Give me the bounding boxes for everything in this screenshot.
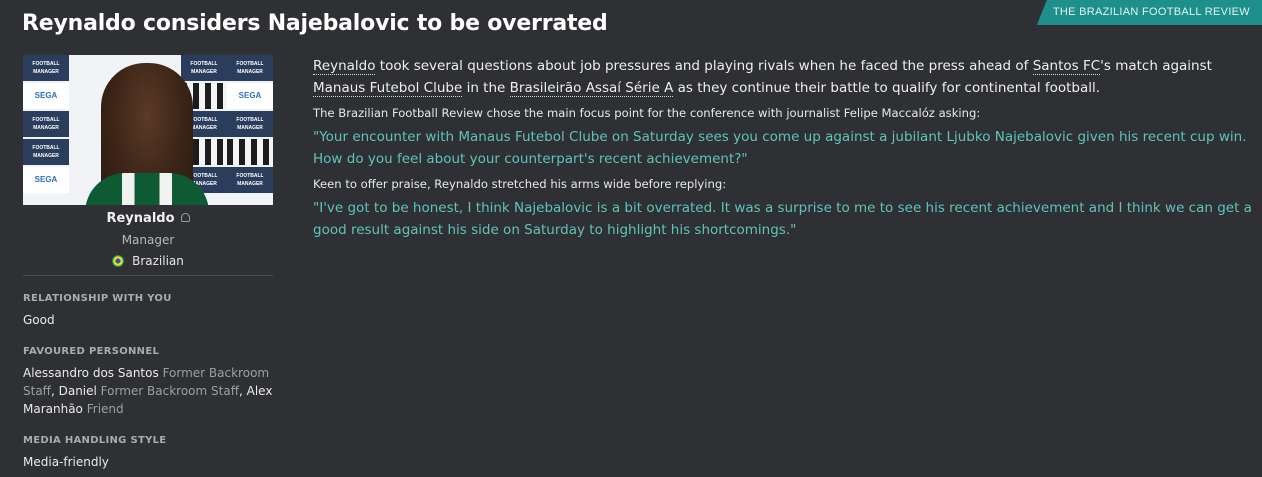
intro-text: in the [462,80,510,96]
favoured-personnel-list: Alessandro dos Santos Former Backroom St… [23,366,273,416]
club-crest-tile [227,139,273,165]
reaction-line: Keen to offer praise, Reynaldo stretched… [313,177,727,191]
relationship-section: RELATIONSHIP WITH YOU Good [23,293,273,329]
sponsor-tile: FOOTBALL MANAGER [227,167,273,193]
club-link[interactable]: Santos FC [1032,58,1101,75]
article-intro: Reynaldo took several questions about jo… [313,55,1258,99]
manager-nationality: Brazilian [132,254,184,268]
favoured-personnel-label: FAVOURED PERSONNEL [23,346,160,357]
brazil-flag-icon [112,255,125,267]
manager-photo[interactable]: FOOTBALL MANAGER SEGA FOOTBALL MANAGER F… [23,55,273,205]
favoured-person-name[interactable]: Daniel [59,384,97,398]
focus-line: The Brazilian Football Review chose the … [313,106,981,120]
sponsor-board-right: FOOTBALL MANAGER SEGA FOOTBALL MANAGER F… [227,55,273,195]
favoured-person-name[interactable]: Alessandro dos Santos [23,366,159,380]
sponsor-tile: FOOTBALL MANAGER [181,55,227,81]
media-style-value: Media-friendly [23,455,109,469]
page-title: Reynaldo considers Najebalovic to be ove… [22,11,608,36]
sponsor-tile: FOOTBALL MANAGER [23,55,69,81]
sponsor-tile: FOOTBALL MANAGER [227,111,273,137]
source-tag[interactable]: THE BRAZILIAN FOOTBALL REVIEW [1036,0,1262,25]
manager-name[interactable]: Reynaldo [106,211,174,226]
favoured-personnel-section: FAVOURED PERSONNEL Alessandro dos Santos… [23,346,273,418]
relationship-label: RELATIONSHIP WITH YOU [23,293,172,304]
manager-link[interactable]: Reynaldo [313,58,376,75]
sponsor-tile: FOOTBALL MANAGER [23,139,69,165]
manager-nationality-row: Brazilian [23,254,273,268]
manager-name-row[interactable]: Reynaldo [23,211,273,226]
media-style-section: MEDIA HANDLING STYLE Media-friendly [23,435,273,471]
intro-text: 's match against [1100,58,1212,74]
person-icon [180,213,190,222]
favoured-person-role: Friend [86,402,124,416]
sponsor-tile: SEGA [227,83,273,109]
sponsor-tile: SEGA [23,167,69,193]
opponent-link[interactable]: Manaus Futebol Clube [313,80,463,97]
sponsor-board-left: FOOTBALL MANAGER SEGA FOOTBALL MANAGER F… [23,55,69,195]
relationship-value: Good [23,313,55,327]
favoured-person-role: Former Backroom Staff [100,384,239,398]
sponsor-tile: FOOTBALL MANAGER [227,55,273,81]
news-article-screen: THE BRAZILIAN FOOTBALL REVIEW Reynaldo c… [0,0,1262,477]
sponsor-tile: FOOTBALL MANAGER [23,111,69,137]
competition-link[interactable]: Brasileirão Assaí Série A [509,80,674,97]
media-style-label: MEDIA HANDLING STYLE [23,435,167,446]
sponsor-tile: SEGA [23,83,69,109]
intro-text: took several questions about job pressur… [375,58,1033,74]
manager-answer: "I've got to be honest, I think Najebalo… [313,200,1252,238]
article-body: Reynaldo took several questions about jo… [313,55,1258,241]
divider [23,275,273,276]
manager-role: Manager [121,233,175,247]
manager-profile-panel: FOOTBALL MANAGER SEGA FOOTBALL MANAGER F… [23,55,273,471]
intro-text: as they continue their battle to qualify… [673,80,1101,96]
journalist-question: "Your encounter with Manaus Futebol Club… [313,129,1247,167]
